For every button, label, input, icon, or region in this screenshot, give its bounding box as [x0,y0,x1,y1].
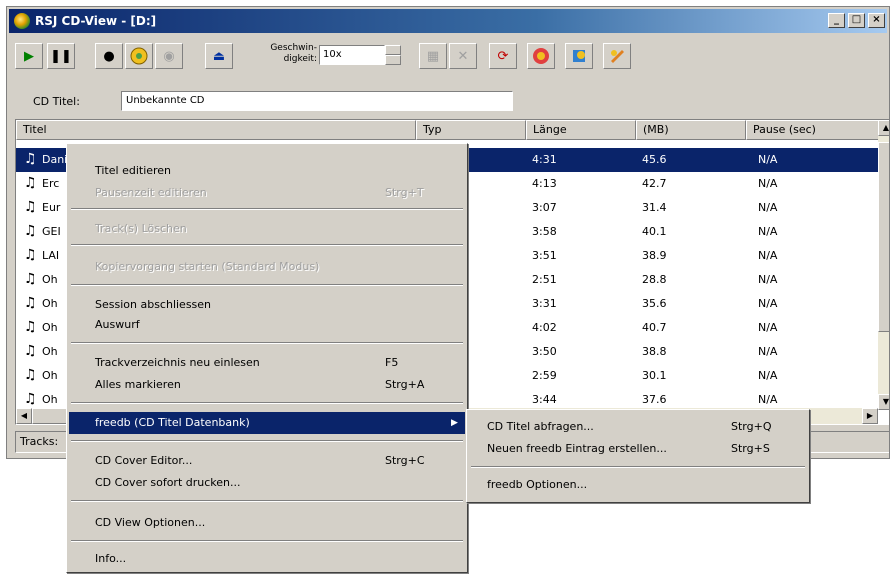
vertical-scrollbar[interactable]: ▲ ▼ [878,120,889,410]
menu-separator [71,284,463,286]
close-button[interactable]: × [868,13,885,28]
cover-editor-icon [573,50,585,62]
cover-editor-button[interactable] [565,43,593,69]
window-title: RSJ CD-View - [D:] [35,14,157,28]
disc-disabled-button[interactable]: ◉ [155,43,183,69]
music-note-icon: ♫ [24,199,37,215]
menu-item-options[interactable]: CD View Optionen... [69,512,465,534]
play-button[interactable]: ▶ [15,43,43,69]
menu-item-start-copy[interactable]: Kopiervorgang starten (Standard Modus) [69,256,465,278]
speed-label: Geschwin-digkeit: [270,43,317,64]
eject-button[interactable]: ⏏ [205,43,233,69]
music-note-icon: ♫ [24,367,37,383]
menu-separator [71,440,463,442]
menu-item-print-cover[interactable]: CD Cover sofort drucken... [69,472,465,494]
menu-item-edit-title[interactable]: Titel editieren [69,160,465,182]
music-note-icon: ♫ [24,295,37,311]
title-bar[interactable]: RSJ CD-View - [D:] _ □ × [9,9,887,33]
scroll-down-icon[interactable]: ▼ [878,394,889,410]
music-note-icon: ♫ [24,391,37,407]
refresh-button[interactable]: ⟳ [489,43,517,69]
cd-rainbow-icon [130,47,148,65]
menu-separator [71,500,463,502]
music-note-icon: ♫ [24,271,37,287]
cd-title-label: CD Titel: [33,95,80,108]
speed-spinner[interactable] [385,45,401,65]
music-note-icon: ♫ [24,151,37,167]
music-note-icon: ♫ [24,175,37,191]
freedb-submenu: CD Titel abfragen... Strg+Q Neuen freedb… [466,409,810,503]
context-menu: Titel editieren Pausenzeit editieren Str… [66,143,468,573]
scroll-right-icon[interactable]: ▶ [862,408,878,424]
menu-separator [71,244,463,246]
menu-separator [471,466,805,468]
submenu-item-query-title[interactable]: CD Titel abfragen... Strg+Q [469,416,807,438]
music-note-icon: ♫ [24,343,37,359]
column-header-length[interactable]: Länge [526,120,636,140]
column-header-pause[interactable]: Pause (sec) [746,120,880,140]
submenu-item-freedb-options[interactable]: freedb Optionen... [469,474,807,496]
cancel-button[interactable]: ✕ [449,43,477,69]
music-note-icon: ♫ [24,319,37,335]
menu-separator [71,208,463,210]
copy-cd-button[interactable] [125,43,153,69]
scroll-thumb[interactable] [878,142,889,332]
cd-title-input[interactable]: Unbekannte CD [121,91,513,111]
column-header-title[interactable]: Titel [16,120,416,140]
scroll-left-icon[interactable]: ◀ [16,408,32,424]
menu-item-close-session[interactable]: Session abschliessen [69,294,465,316]
record-button[interactable]: ● [95,43,123,69]
music-note-icon: ♫ [24,223,37,239]
menu-item-freedb[interactable]: freedb (CD Titel Datenbank) ▶ [69,412,465,434]
maximize-button[interactable]: □ [848,13,865,28]
globe-cd-icon [533,48,549,64]
speed-input[interactable]: 10x [319,45,385,65]
menu-item-info[interactable]: Info... [69,548,465,570]
submenu-item-new-entry[interactable]: Neuen freedb Eintrag erstellen... Strg+S [469,438,807,460]
menu-separator [71,342,463,344]
options-button[interactable] [603,43,631,69]
erase-button[interactable]: ▦ [419,43,447,69]
menu-separator [71,540,463,542]
freedb-button[interactable] [527,43,555,69]
pause-button[interactable]: ❚❚ [47,43,75,69]
column-header-type[interactable]: Typ [416,120,526,140]
menu-item-select-all[interactable]: Alles markieren Strg+A [69,374,465,396]
column-header-mb[interactable]: (MB) [636,120,746,140]
menu-item-reload-tracks[interactable]: Trackverzeichnis neu einlesen F5 [69,352,465,374]
minimize-button[interactable]: _ [828,13,845,28]
scroll-up-icon[interactable]: ▲ [878,120,889,136]
tracks-label: Tracks: [20,435,59,448]
cd-app-icon [14,13,30,29]
music-note-icon: ♫ [24,247,37,263]
menu-item-delete-tracks[interactable]: Track(s) Löschen [69,218,465,240]
menu-item-eject[interactable]: Auswurf [69,314,465,336]
submenu-arrow-icon: ▶ [451,418,458,428]
menu-item-edit-pause[interactable]: Pausenzeit editieren Strg+T [69,182,465,204]
toolbar: ▶ ❚❚ ● ◉ ⏏ Geschwin-digkeit: 10x ▦ ✕ ⟳ [11,39,671,75]
menu-separator [71,402,463,404]
menu-item-cover-editor[interactable]: CD Cover Editor... Strg+C [69,450,465,472]
options-icon [611,50,624,63]
